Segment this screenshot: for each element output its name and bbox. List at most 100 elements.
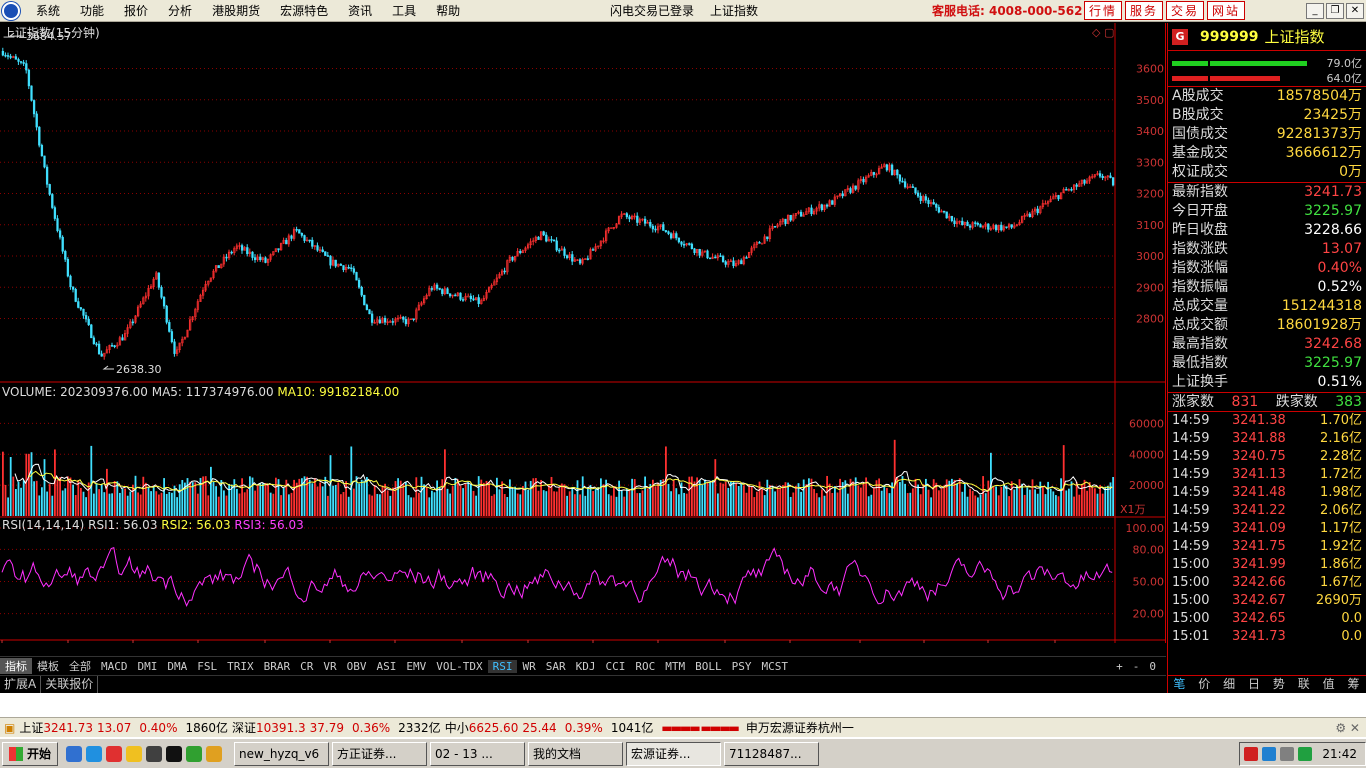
tab-related-quote[interactable]: 关联报价 <box>41 676 99 693</box>
menu-hongyuan[interactable]: 宏源特色 <box>270 2 338 19</box>
browser-icon[interactable] <box>186 745 203 762</box>
turnover-row: 国债成交 92281373万 <box>1168 125 1366 144</box>
tick-list[interactable]: 14:59 3241.38 1.70亿 14:59 3241.88 2.16亿 14:59 3… <box>1168 412 1366 646</box>
candle-body <box>168 322 171 332</box>
task-button[interactable]: new_hyzq_v6 <box>234 741 330 766</box>
minimize-icon[interactable]: _ <box>1306 2 1324 19</box>
volume-bar <box>657 482 659 516</box>
indicator-tab[interactable]: WR <box>517 660 540 673</box>
tab-expand-a[interactable]: 扩展A <box>0 676 42 693</box>
tick-row[interactable]: 14:59 3241.88 2.16亿 <box>1168 430 1366 448</box>
kline-chart[interactable]: 3600 3500 3400 3300 3200 3100 3000 2900 2800 6000… <box>0 23 1166 657</box>
menu-system[interactable]: 系统 <box>26 2 70 19</box>
tick-row[interactable]: 14:59 3241.48 1.98亿 <box>1168 484 1366 502</box>
tick-volume: 2.16亿 <box>1320 431 1362 446</box>
desktop-icon[interactable] <box>66 745 83 762</box>
volume-bar <box>186 478 189 516</box>
tray-app-icon[interactable] <box>1298 746 1313 761</box>
face-icon[interactable] <box>126 745 143 762</box>
menu-news[interactable]: 资讯 <box>338 2 382 19</box>
indicator-tab[interactable]: DMI <box>133 660 163 673</box>
menu-tools[interactable]: 工具 <box>382 2 426 19</box>
start-button[interactable]: 开始 <box>2 741 59 766</box>
menu-quote[interactable]: 报价 <box>114 2 158 19</box>
indicator-tab[interactable]: ASI <box>372 660 402 673</box>
indicator-tab[interactable]: 全部 <box>64 658 96 674</box>
qq-icon[interactable] <box>166 745 183 762</box>
tick-row[interactable]: 15:00 3242.65 0.0 <box>1168 610 1366 628</box>
tick-row[interactable]: 15:00 3242.66 1.67亿 <box>1168 574 1366 592</box>
nav-market-button[interactable]: 行情 <box>1084 1 1123 20</box>
menu-hk-futures[interactable]: 港股期货 <box>202 2 270 19</box>
indicator-tab[interactable]: OBV <box>342 660 372 673</box>
tray-ime-icon[interactable] <box>1244 746 1259 761</box>
panel-tab[interactable]: 势 <box>1267 676 1292 693</box>
indicator-tab[interactable]: BRAR <box>259 660 296 673</box>
indicator-control-button[interactable]: + <box>1111 660 1128 673</box>
panel-tab[interactable]: 细 <box>1217 676 1242 693</box>
indicator-tab[interactable]: 指标 <box>0 658 32 674</box>
tray-volume-icon[interactable] <box>1280 746 1295 761</box>
nav-service-button[interactable]: 服务 <box>1125 1 1164 20</box>
tick-row[interactable]: 15:00 3241.99 1.86亿 <box>1168 556 1366 574</box>
ie-icon[interactable] <box>86 745 103 762</box>
app-icon[interactable] <box>106 745 123 762</box>
task-button[interactable]: 宏源证券... <box>626 741 722 766</box>
indicator-tab[interactable]: KDJ <box>571 660 601 673</box>
indicator-tab[interactable]: BOLL <box>690 660 727 673</box>
task-button[interactable]: 我的文档 <box>528 741 624 766</box>
quote-value: 3225.97 <box>1304 355 1362 371</box>
nav-website-button[interactable]: 网站 <box>1207 1 1246 20</box>
chrome-icon[interactable] <box>206 745 223 762</box>
volume-bar <box>394 481 397 516</box>
close-icon[interactable]: ✕ <box>1346 2 1364 19</box>
menu-help[interactable]: 帮助 <box>426 2 470 19</box>
indicator-tab[interactable]: VOL-TDX <box>431 660 487 673</box>
indicator-tab[interactable]: RSI <box>487 659 518 673</box>
login-status[interactable]: 闪电交易已登录 <box>610 2 694 19</box>
indicator-tab[interactable]: FSL <box>192 660 222 673</box>
indicator-tab[interactable]: CR <box>295 660 318 673</box>
indicator-tab[interactable]: ROC <box>630 660 660 673</box>
indicator-tab[interactable]: CCI <box>600 660 630 673</box>
panel-tab[interactable]: 笔 <box>1167 676 1192 693</box>
tick-row[interactable]: 14:59 3241.75 1.92亿 <box>1168 538 1366 556</box>
tick-row[interactable]: 14:59 3241.13 1.72亿 <box>1168 466 1366 484</box>
indicator-tab[interactable]: SAR <box>541 660 571 673</box>
tick-row[interactable]: 14:59 3241.09 1.17亿 <box>1168 520 1366 538</box>
indicator-tab[interactable]: DMA <box>162 660 192 673</box>
app-logo-icon[interactable] <box>2 1 20 20</box>
indicator-control-button[interactable]: 0 <box>1144 660 1161 673</box>
indicator-tab[interactable]: TRIX <box>222 660 259 673</box>
task-button[interactable]: 02 - 13 ... <box>430 741 526 766</box>
tray-network-icon[interactable] <box>1262 746 1277 761</box>
media-icon[interactable] <box>146 745 163 762</box>
menu-function[interactable]: 功能 <box>70 2 114 19</box>
panel-tab[interactable]: 价 <box>1192 676 1217 693</box>
indicator-tab[interactable]: MACD <box>96 660 133 673</box>
panel-tab[interactable]: 筹 <box>1341 676 1366 693</box>
indicator-tab[interactable]: EMV <box>401 660 431 673</box>
task-button[interactable]: 71128487... <box>724 741 820 766</box>
task-button[interactable]: 方正证券... <box>332 741 428 766</box>
indicator-tab[interactable]: VR <box>318 660 341 673</box>
volume-bar <box>74 494 77 516</box>
panel-tab[interactable]: 值 <box>1316 676 1341 693</box>
status-tray-icon[interactable]: ⚙ ✕ <box>1335 721 1366 735</box>
tick-row[interactable]: 15:00 3242.67 2690万 <box>1168 592 1366 610</box>
nav-trade-button[interactable]: 交易 <box>1166 1 1205 20</box>
indicator-tab[interactable]: MCST <box>756 660 793 673</box>
restore-icon[interactable]: ❐ <box>1326 2 1344 19</box>
tick-row[interactable]: 14:59 3241.38 1.70亿 <box>1168 412 1366 430</box>
panel-tab[interactable]: 日 <box>1242 676 1267 693</box>
chart-area[interactable]: 3600 3500 3400 3300 3200 3100 3000 2900 2800 6000… <box>0 23 1166 657</box>
menu-analysis[interactable]: 分析 <box>158 2 202 19</box>
indicator-control-button[interactable]: - <box>1128 660 1145 673</box>
panel-tab[interactable]: 联 <box>1291 676 1316 693</box>
tick-row[interactable]: 14:59 3240.75 2.28亿 <box>1168 448 1366 466</box>
indicator-tab[interactable]: PSY <box>727 660 757 673</box>
tick-row[interactable]: 15:01 3241.73 0.0 <box>1168 628 1366 646</box>
indicator-tab[interactable]: MTM <box>660 660 690 673</box>
tick-row[interactable]: 14:59 3241.22 2.06亿 <box>1168 502 1366 520</box>
indicator-tab[interactable]: 模板 <box>32 658 64 674</box>
